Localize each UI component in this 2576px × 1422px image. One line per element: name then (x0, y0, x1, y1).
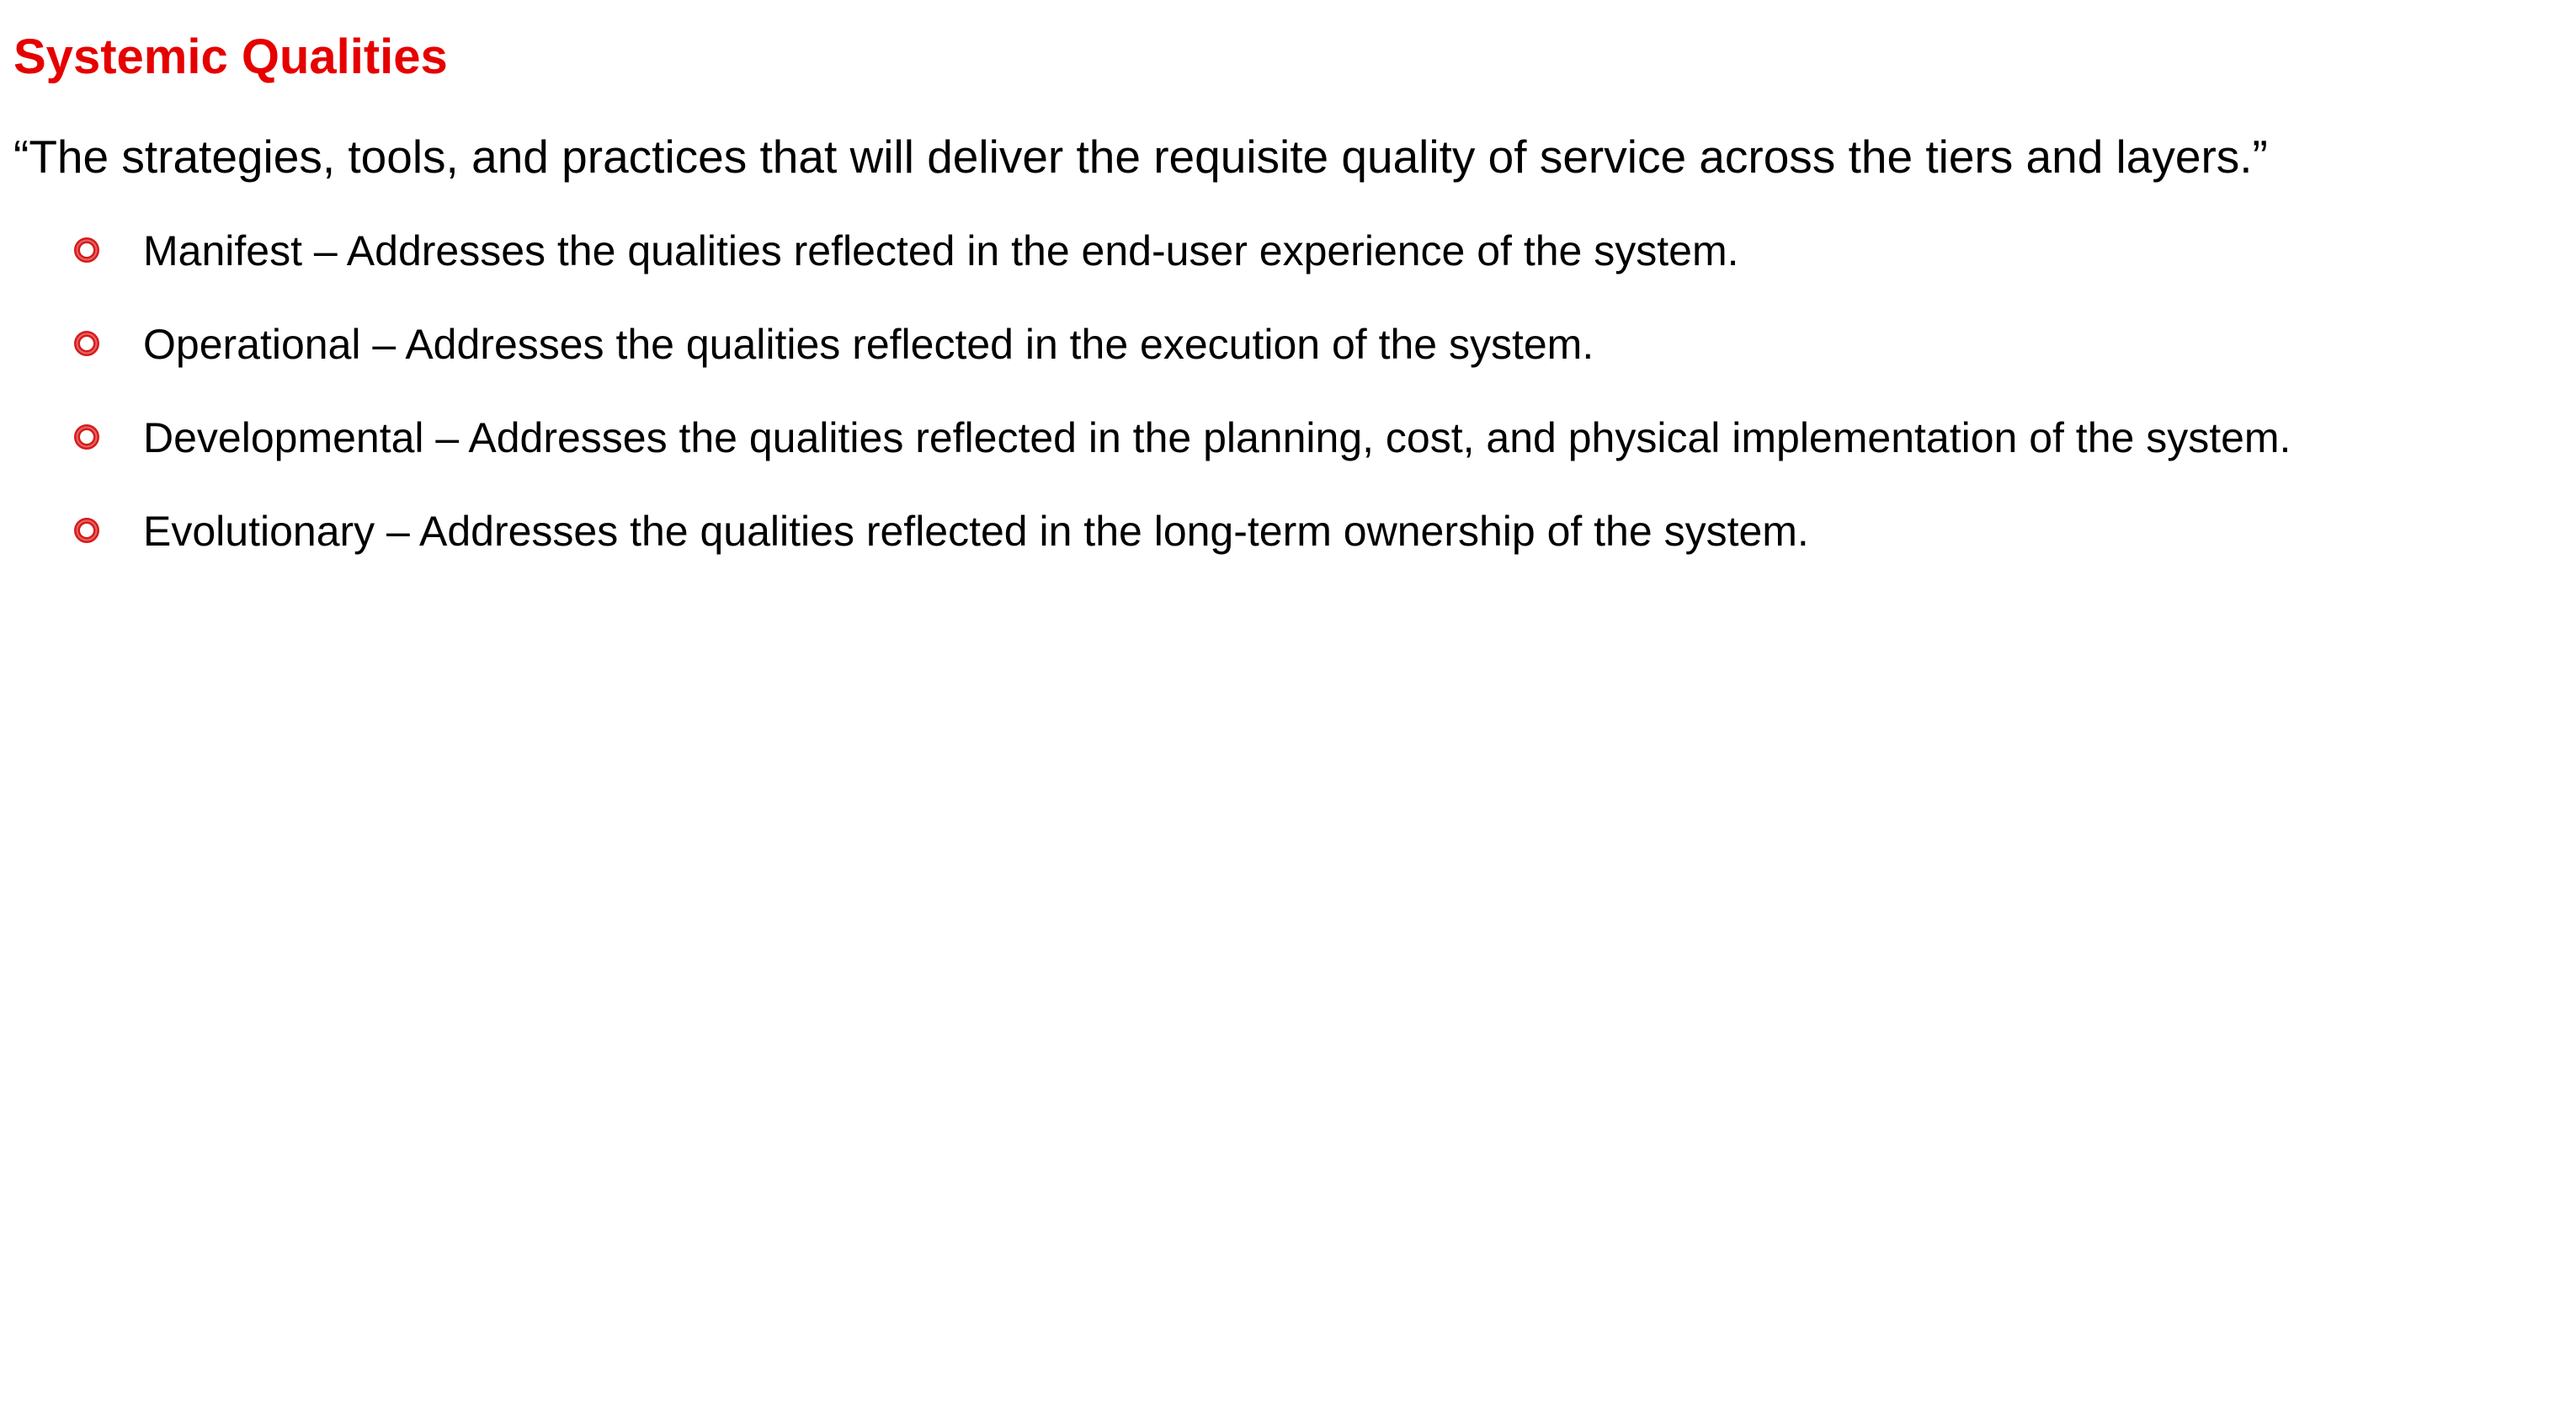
slide-page: Systemic Qualities “The strategies, tool… (0, 0, 2576, 1422)
intro-quote: “The strategies, tools, and practices th… (13, 130, 2268, 183)
bullet-text-manifest: Manifest – Addresses the qualities refle… (143, 227, 1739, 274)
bullet-text-evolutionary: Evolutionary – Addresses the qualities r… (143, 508, 1809, 555)
ring-bullet-icon (74, 424, 99, 450)
bullet-text-developmental: Developmental – Addresses the qualities … (143, 414, 2291, 461)
page-title: Systemic Qualities (13, 29, 448, 84)
ring-bullet-icon (74, 331, 99, 356)
ring-bullet-icon (74, 237, 99, 263)
ring-bullet-icon (74, 518, 99, 543)
bullet-text-operational: Operational – Addresses the qualities re… (143, 321, 1594, 368)
